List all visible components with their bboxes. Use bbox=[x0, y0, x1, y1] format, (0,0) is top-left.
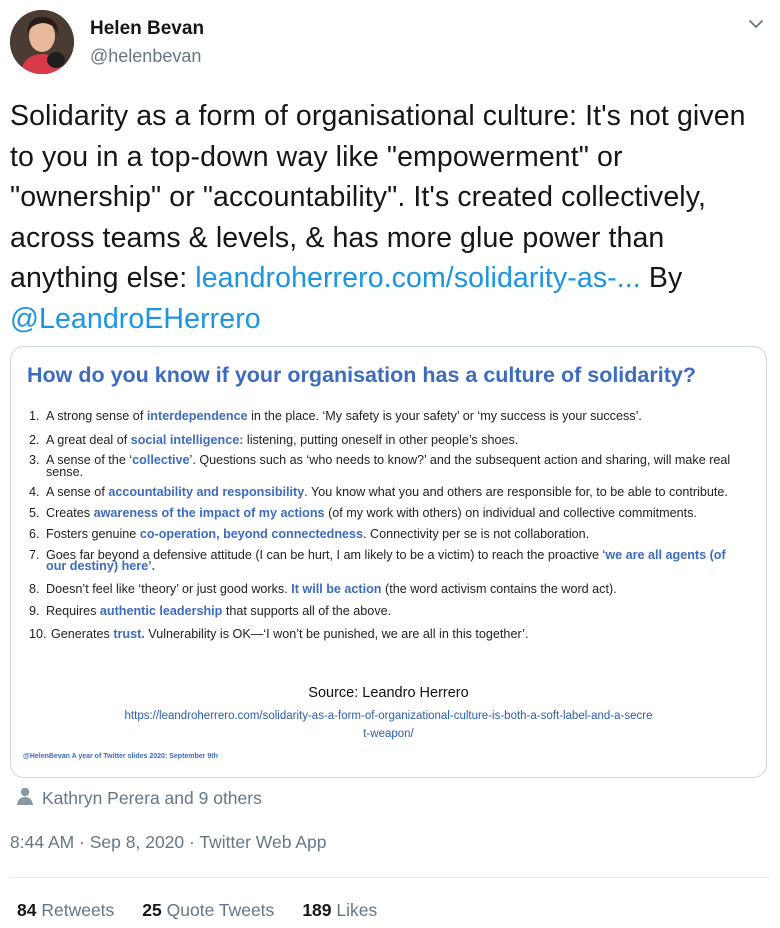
item-text: A great deal of bbox=[46, 432, 131, 447]
tweet-by: By bbox=[640, 262, 683, 294]
slide-item: 8. Doesn’t feel like ‘theory’ or just goo… bbox=[29, 581, 749, 596]
item-number: 4. bbox=[29, 485, 40, 499]
item-text: A sense of bbox=[46, 485, 109, 499]
tweet-link[interactable]: leandroherrero.com/solidarity-as-... bbox=[195, 262, 641, 294]
item-text: in the place. ‘My safety is your safety’… bbox=[247, 409, 642, 423]
item-highlight: social intelligence: bbox=[130, 432, 244, 447]
tweet-image[interactable]: How do you know if your organisation has… bbox=[10, 346, 767, 778]
slide-item: 4. A sense of accountability and responsi… bbox=[29, 485, 749, 499]
item-text: Vulnerability is OK—‘I won’t be punished… bbox=[144, 626, 529, 641]
retweets-stat[interactable]: 84 Retweets bbox=[17, 900, 114, 921]
slide-source-url-text: https://leandroherrero.com/solidarity-as… bbox=[124, 710, 653, 740]
slide-source: Source: Leandro Herrero bbox=[308, 685, 469, 701]
quote-tweets-stat[interactable]: 25 Quote Tweets bbox=[142, 900, 274, 921]
item-number: 10. bbox=[29, 626, 47, 641]
item-number: 2. bbox=[29, 432, 40, 447]
item-text: that supports all of the above. bbox=[222, 604, 392, 618]
item-highlight: co-operation, beyond connectedness bbox=[139, 527, 364, 541]
item-text: Requires bbox=[46, 604, 100, 618]
slide-source-url: https://leandroherrero.com/solidarity-as… bbox=[11, 707, 766, 743]
tweet-text: Solidarity as a form of organisational c… bbox=[10, 96, 770, 339]
chevron-down-icon[interactable] bbox=[746, 14, 766, 34]
mention-link[interactable]: @LeandroEHerrero bbox=[10, 303, 261, 335]
person-icon bbox=[16, 786, 34, 811]
item-number: 1. bbox=[29, 409, 40, 423]
item-number: 3. bbox=[29, 453, 40, 467]
item-highlight: accountability and responsibility bbox=[108, 485, 305, 499]
slide-item: 6. Fosters genuine co-operation, beyond c… bbox=[29, 527, 749, 541]
likers-row[interactable]: Kathryn Perera and 9 others bbox=[16, 786, 262, 811]
tweet-stats: 84 Retweets 25 Quote Tweets 189 Likes bbox=[17, 900, 377, 921]
item-text: (the word activism contains the word act… bbox=[381, 581, 617, 596]
item-highlight: interdependence bbox=[146, 409, 248, 423]
item-text: . You know what you and others are respo… bbox=[304, 485, 728, 499]
item-number: 9. bbox=[29, 604, 40, 618]
item-number: 8. bbox=[29, 581, 40, 596]
slide-item: 2. A great deal of social intelligence: l… bbox=[29, 432, 749, 447]
quotes-label: Quote Tweets bbox=[166, 900, 275, 920]
item-highlight: trust. bbox=[113, 626, 145, 641]
item-text: Doesn’t feel like ‘theory’ or just good … bbox=[46, 581, 292, 596]
tweet-meta: 8:44 AM · Sep 8, 2020 · Twitter Web App bbox=[10, 832, 327, 852]
retweets-label: Retweets bbox=[41, 900, 115, 920]
slide-item: 10. Generates trust. Vulnerability is OK—… bbox=[29, 626, 749, 641]
item-text: A strong sense of bbox=[46, 409, 147, 423]
item-highlight: collective bbox=[132, 453, 190, 467]
item-highlight: It will be action bbox=[291, 581, 382, 596]
likers-text[interactable]: Kathryn Perera and 9 others bbox=[42, 788, 262, 809]
avatar[interactable] bbox=[10, 10, 74, 74]
slide-item: 5. Creates awareness of the impact of my … bbox=[29, 505, 749, 520]
item-text: Fosters genuine bbox=[46, 527, 140, 541]
item-text: Generates bbox=[51, 626, 114, 641]
quotes-count: 25 bbox=[142, 900, 162, 920]
likes-label: Likes bbox=[336, 900, 378, 920]
slide-item: 1. A strong sense of interdependence in t… bbox=[29, 409, 749, 423]
item-highlight: awareness of the impact of my actions bbox=[93, 505, 325, 520]
retweets-count: 84 bbox=[17, 900, 37, 920]
item-text: . Connectivity per se is not collaborati… bbox=[363, 527, 590, 541]
item-text: (of my work with others) on individual a… bbox=[324, 505, 697, 520]
item-text: listening, putting oneself in other peop… bbox=[243, 432, 519, 447]
slide-item: 3. A sense of the ‘collective’. Questions… bbox=[29, 453, 749, 478]
author-handle[interactable]: @helenbevan bbox=[90, 46, 201, 67]
slide-footer: @HelenBevan A year of Twitter slides 202… bbox=[23, 753, 218, 760]
item-number: 7. bbox=[29, 547, 40, 562]
slide-title: How do you know if your organisation has… bbox=[27, 363, 696, 387]
author-name[interactable]: Helen Bevan bbox=[90, 18, 204, 40]
item-text: Creates bbox=[46, 505, 94, 520]
item-highlight: authentic leadership bbox=[99, 604, 223, 618]
likes-count: 189 bbox=[302, 900, 332, 920]
divider bbox=[10, 877, 770, 878]
item-number: 6. bbox=[29, 527, 40, 541]
likes-stat[interactable]: 189 Likes bbox=[302, 900, 377, 921]
slide-item: 9. Requires authentic leadership that sup… bbox=[29, 604, 749, 618]
slide-list: 1. A strong sense of interdependence in t… bbox=[29, 409, 749, 641]
item-number: 5. bbox=[29, 505, 40, 520]
slide-item: 7. Goes far beyond a defensive attitude (… bbox=[29, 547, 749, 573]
